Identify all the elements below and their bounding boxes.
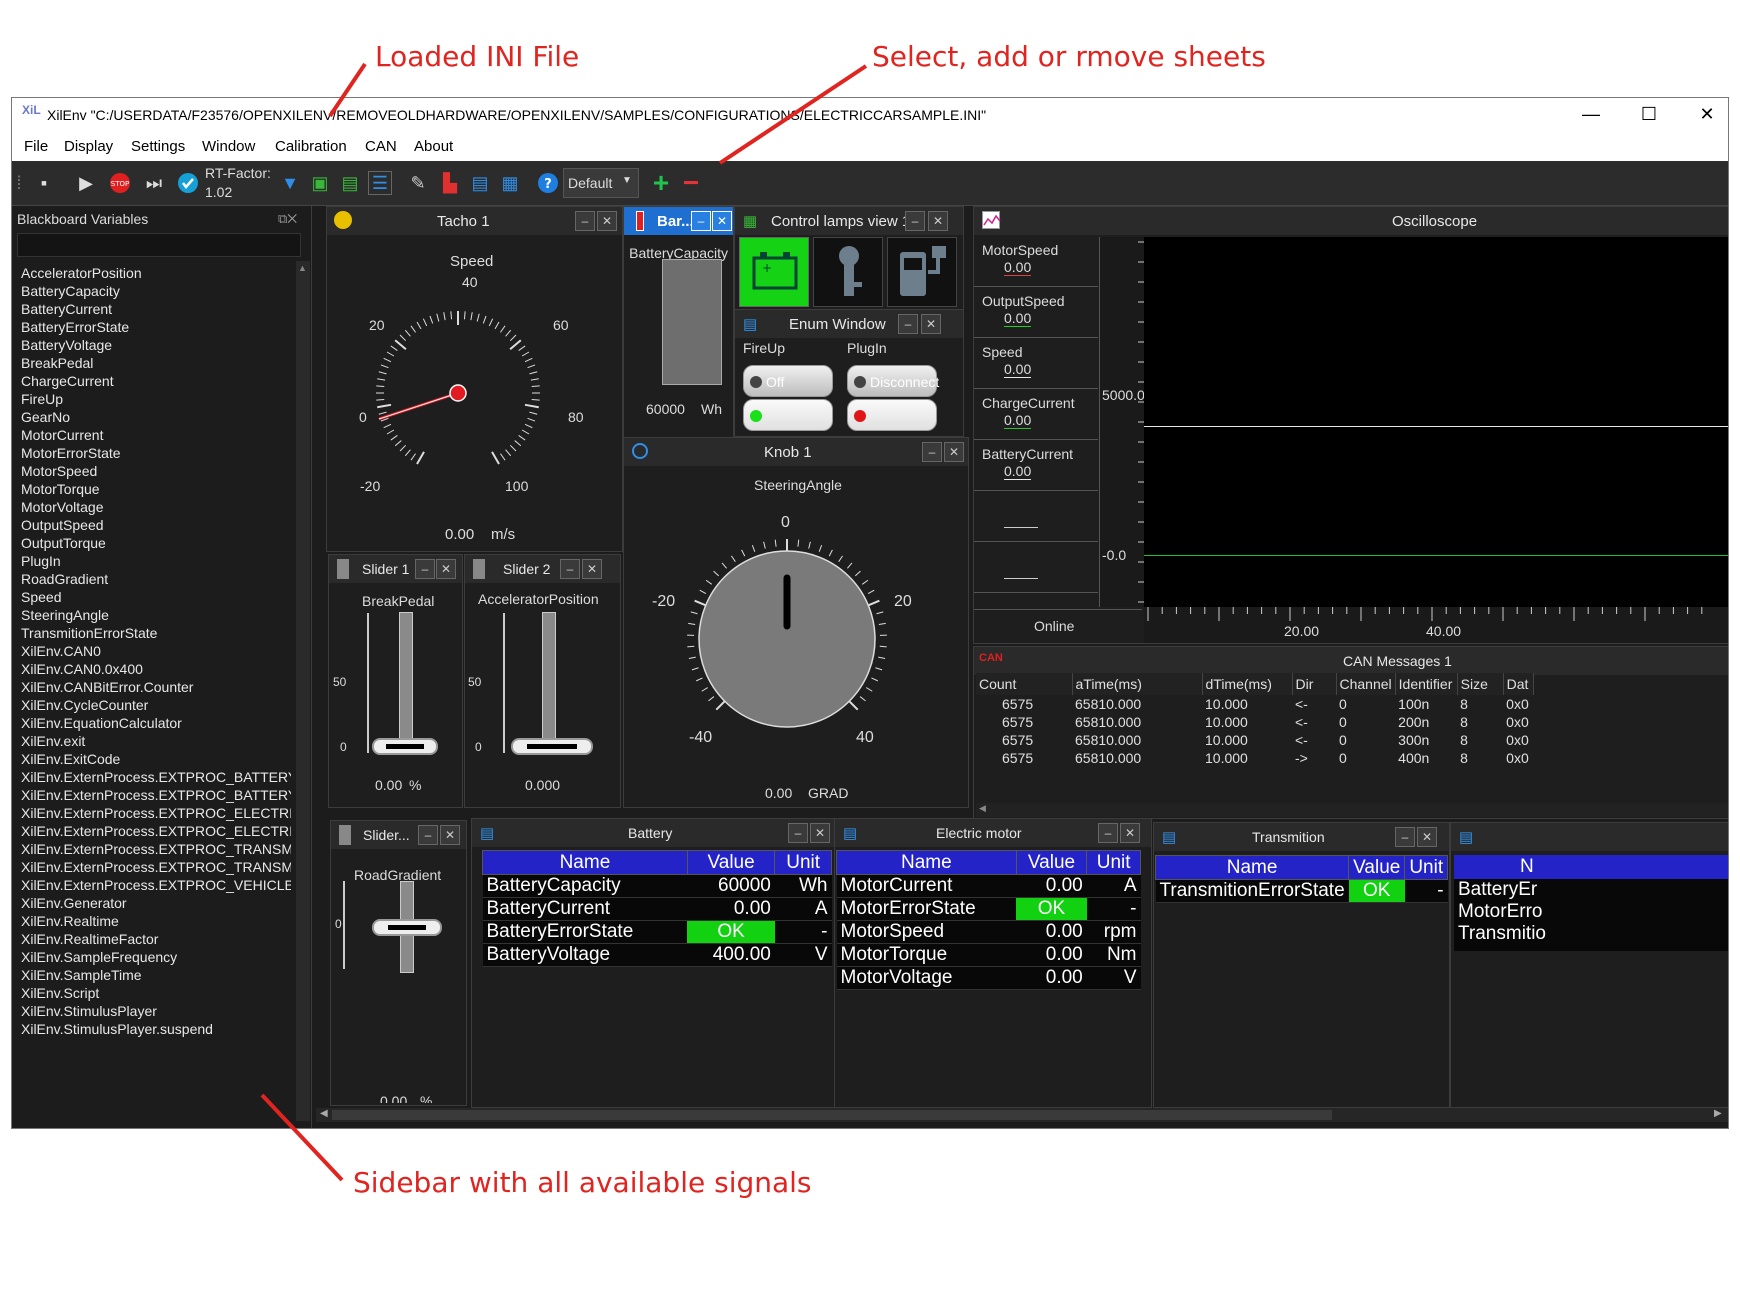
annotation-arrows — [260, 62, 868, 1182]
